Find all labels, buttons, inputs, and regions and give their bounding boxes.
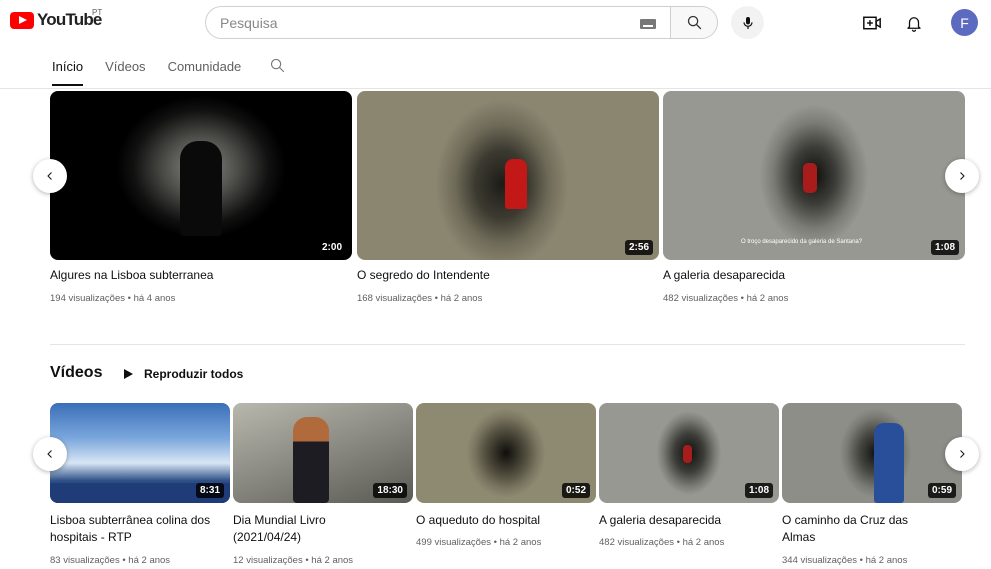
- red-suit-figure: [683, 445, 692, 463]
- create-video-button[interactable]: [860, 12, 884, 34]
- video-duration: 8:31: [195, 483, 224, 498]
- video-duration: 0:52: [561, 483, 590, 498]
- youtube-play-icon: [10, 11, 34, 29]
- red-suit-figure: [803, 163, 817, 193]
- shelf-prev-button[interactable]: [33, 159, 67, 193]
- video-add-icon: [863, 16, 881, 30]
- voice-search-button[interactable]: [731, 6, 764, 39]
- video-title[interactable]: A galeria desaparecida: [599, 512, 777, 529]
- account-avatar[interactable]: F: [951, 9, 978, 36]
- search-icon: [687, 15, 701, 30]
- video-duration: 0:59: [927, 483, 956, 498]
- video-meta: 194 visualizações • há 4 anos: [50, 293, 176, 304]
- video-title[interactable]: A galeria desaparecida: [663, 267, 963, 284]
- video-thumbnail[interactable]: 0:52: [416, 403, 596, 503]
- play-all-label: Reproduzir todos: [144, 367, 244, 381]
- video-title[interactable]: O segredo do Intendente: [357, 267, 657, 284]
- video-meta: 12 visualizações • há 2 anos: [233, 555, 354, 566]
- section-divider: [50, 344, 965, 345]
- video-meta: 83 visualizações • há 2 anos: [50, 555, 171, 566]
- video-duration: 18:30: [373, 483, 407, 498]
- video-title[interactable]: Lisboa subterrânea colina dos hospitais …: [50, 512, 220, 546]
- shelf-next-button[interactable]: [945, 437, 979, 471]
- video-duration: 1:08: [930, 240, 959, 255]
- tab-inicio[interactable]: Início: [52, 52, 84, 86]
- blue-suit-figure: [874, 423, 904, 503]
- play-all-button[interactable]: Reproduzir todos: [124, 367, 243, 381]
- channel-search-button[interactable]: [269, 52, 286, 79]
- video-meta: 482 visualizações • há 2 anos: [599, 537, 725, 548]
- video-title[interactable]: O aqueduto do hospital: [416, 512, 594, 529]
- video-thumbnail[interactable]: 2:56: [357, 91, 659, 260]
- video-caption: O troço desaparecido da galeria de Santa…: [741, 239, 863, 245]
- video-thumbnail[interactable]: 0:59: [782, 403, 962, 503]
- tab-comunidade[interactable]: Comunidade: [168, 52, 242, 86]
- video-duration: 1:08: [744, 483, 773, 498]
- top-header: YouTube PT F: [0, 0, 991, 44]
- video-title[interactable]: O caminho da Cruz das Almas: [782, 512, 922, 546]
- shelf-title[interactable]: Vídeos: [50, 364, 102, 382]
- chevron-right-icon: [960, 450, 965, 458]
- play-icon: [124, 369, 133, 379]
- video-title[interactable]: Algures na Lisboa subterranea: [50, 267, 350, 284]
- shelf-next-button[interactable]: [945, 159, 979, 193]
- search-input[interactable]: [220, 14, 620, 31]
- chevron-left-icon: [47, 450, 52, 458]
- chevron-right-icon: [960, 172, 965, 180]
- video-duration: 2:00: [317, 240, 346, 255]
- video-thumbnail[interactable]: 2:00: [50, 91, 352, 260]
- presenter-figure: [293, 417, 329, 503]
- chevron-left-icon: [47, 172, 52, 180]
- shelf-prev-button[interactable]: [33, 437, 67, 471]
- youtube-logo[interactable]: YouTube: [10, 10, 102, 30]
- video-thumbnail[interactable]: 1:08: [599, 403, 779, 503]
- tabs-divider: [0, 88, 991, 89]
- search-icon: [271, 58, 285, 73]
- video-thumbnail[interactable]: 8:31: [50, 403, 230, 503]
- video-meta: 499 visualizações • há 2 anos: [416, 537, 542, 548]
- country-code: PT: [92, 8, 103, 17]
- video-duration: 2:56: [624, 240, 653, 255]
- video-title[interactable]: Dia Mundial Livro (2021/04/24): [233, 512, 343, 546]
- channel-tabs: Início Vídeos Comunidade: [52, 52, 286, 88]
- keyboard-icon[interactable]: [640, 19, 656, 29]
- video-meta: 482 visualizações • há 2 anos: [663, 293, 789, 304]
- video-thumbnail[interactable]: O troço desaparecido da galeria de Santa…: [663, 91, 965, 260]
- microphone-icon: [742, 16, 753, 29]
- notifications-button[interactable]: [902, 11, 926, 35]
- video-meta: 344 visualizações • há 2 anos: [782, 555, 908, 566]
- tab-videos[interactable]: Vídeos: [105, 52, 145, 86]
- video-thumbnail[interactable]: 18:30: [233, 403, 413, 503]
- video-meta: 168 visualizações • há 2 anos: [357, 293, 483, 304]
- search-box: [205, 6, 670, 39]
- silhouette-figure: [180, 141, 222, 236]
- bell-icon: [907, 17, 921, 32]
- red-suit-figure: [505, 159, 527, 209]
- search-button[interactable]: [670, 6, 718, 39]
